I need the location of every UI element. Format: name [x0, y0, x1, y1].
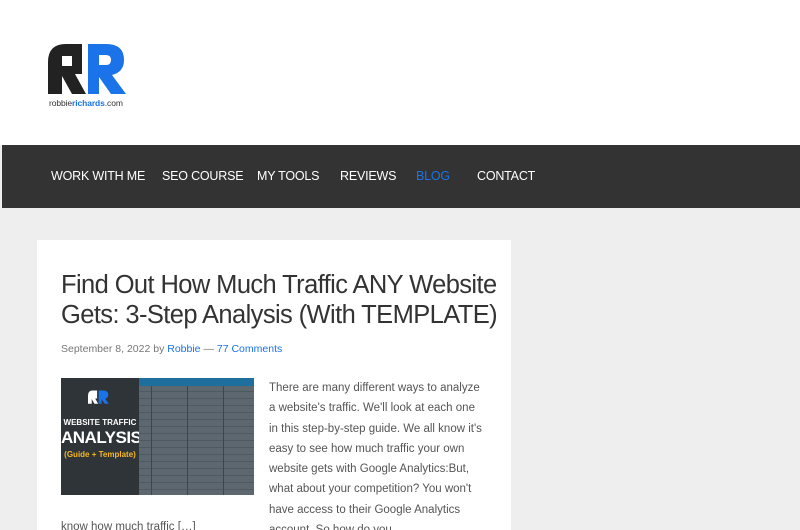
- thumbnail-rr-logo-icon: [88, 390, 109, 404]
- post-thumbnail[interactable]: WEBSITE TRAFFIC ANALYSIS (Guide + Templa…: [61, 378, 254, 495]
- nav-item-work-with-me[interactable]: WORK WITH ME: [51, 145, 145, 208]
- site-header: robbierichards.com: [0, 0, 800, 145]
- post-card: Find Out How Much Traffic ANY Website Ge…: [37, 240, 511, 530]
- logo-text-bold: richards: [72, 98, 105, 108]
- thumbnail-grid-line: [151, 386, 152, 495]
- thumbnail-cover-panel: WEBSITE TRAFFIC ANALYSIS (Guide + Templa…: [61, 378, 142, 495]
- nav-item-blog[interactable]: BLOG: [416, 145, 450, 208]
- main-navigation: WORK WITH ME SEO COURSE MY TOOLS REVIEWS…: [2, 145, 800, 208]
- post-separator: —: [203, 343, 214, 355]
- thumbnail-spreadsheet-header: [139, 378, 254, 386]
- post-title[interactable]: Find Out How Much Traffic ANY Website Ge…: [61, 270, 501, 330]
- thumbnail-line-2: ANALYSIS: [61, 428, 142, 447]
- nav-item-seo-course[interactable]: SEO COURSE: [162, 145, 244, 208]
- post-date: September 8, 2022: [61, 343, 151, 355]
- nav-item-contact[interactable]: CONTACT: [477, 145, 535, 208]
- thumbnail-grid-line: [187, 386, 188, 495]
- post-excerpt-tail: know how much traffic […]: [61, 521, 196, 530]
- post-by: by: [153, 343, 165, 355]
- nav-item-reviews[interactable]: REVIEWS: [340, 145, 396, 208]
- post-meta: September 8, 2022 by Robbie — 77 Comment…: [61, 343, 282, 355]
- post-comments-link[interactable]: 77 Comments: [217, 343, 282, 355]
- nav-item-my-tools[interactable]: MY TOOLS: [257, 145, 320, 208]
- logo-text-post: .com: [104, 98, 123, 108]
- thumbnail-line-3: (Guide + Template): [64, 450, 136, 459]
- logo-wordmark[interactable]: robbierichards.com: [49, 98, 123, 108]
- thumbnail-grid-line: [223, 386, 224, 495]
- post-author-link[interactable]: Robbie: [167, 343, 200, 355]
- post-excerpt: There are many different ways to analyze…: [269, 382, 482, 530]
- thumbnail-spreadsheet: [139, 378, 254, 495]
- logo-text-pre: robbie: [49, 98, 73, 108]
- thumbnail-line-1: WEBSITE TRAFFIC: [63, 418, 137, 427]
